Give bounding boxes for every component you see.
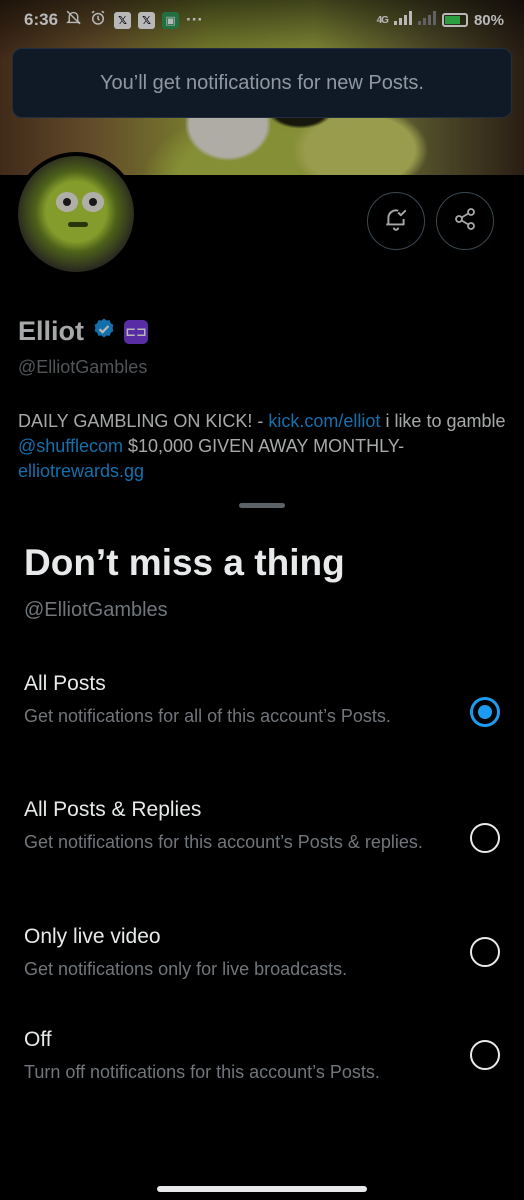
avatar-eye	[82, 192, 104, 212]
battery-icon	[441, 13, 468, 27]
battery-level: 80%	[473, 11, 504, 29]
toast-message: You’ll get notifications for new Posts.	[100, 71, 424, 94]
option-off[interactable]: Off Turn off notifications for this acco…	[0, 1028, 524, 1118]
avatar-eye	[56, 192, 78, 212]
notification-settings-sheet: Don’t miss a thing @ElliotGambles All Po…	[0, 492, 524, 1200]
option-description: Get notifications for all of this accoun…	[24, 706, 391, 726]
option-only-live-video[interactable]: Only live video Get notifications only f…	[0, 925, 524, 1015]
option-description: Turn off notifications for this account’…	[24, 1062, 380, 1082]
radio-selected[interactable]	[470, 697, 500, 727]
bio-link-rewards[interactable]: elliotrewards.gg	[18, 461, 144, 481]
more-notifications-dots: ···	[186, 10, 204, 29]
mute-bell-icon	[65, 9, 82, 31]
status-time: 6:36	[24, 10, 59, 29]
share-button[interactable]	[436, 192, 494, 250]
profile-name-row: Elliot ⊏⊐	[18, 316, 148, 347]
option-title: All Posts	[24, 672, 106, 695]
bio-text: i like to gamble	[380, 411, 506, 431]
radio-unselected[interactable]	[470, 1040, 500, 1070]
option-title: All Posts & Replies	[24, 798, 202, 821]
option-description: Get notifications only for live broadcas…	[24, 959, 348, 979]
option-title: Only live video	[24, 925, 161, 948]
option-title: Off	[24, 1028, 52, 1051]
kick-affiliate-badge-icon[interactable]: ⊏⊐	[124, 319, 148, 344]
bio-text: $10,000 GIVEN AWAY MONTHLY-	[123, 436, 405, 456]
notification-toast: You’ll get notifications for new Posts.	[12, 48, 512, 118]
option-description: Get notifications for this account’s Pos…	[24, 832, 423, 852]
bio-mention-shufflecom[interactable]: @shufflecom	[18, 436, 123, 456]
status-bar: 6:36 𝕏 𝕏 ▣ ··· 4G 80%	[0, 0, 524, 40]
avatar[interactable]	[14, 152, 138, 276]
profile-bio: DAILY GAMBLING ON KICK! - kick.com/ellio…	[18, 409, 510, 484]
option-all-posts-replies[interactable]: All Posts & Replies Get notifications fo…	[0, 798, 524, 888]
option-all-posts[interactable]: All Posts Get notifications for all of t…	[0, 672, 524, 762]
x-app-icon: 𝕏	[114, 11, 132, 29]
bell-check-icon	[383, 206, 409, 237]
profile-name: Elliot	[18, 316, 84, 346]
bio-text: DAILY GAMBLING ON KICK! -	[18, 411, 269, 431]
gallery-app-icon: ▣	[162, 11, 180, 29]
bio-link-kick[interactable]: kick.com/elliot	[268, 411, 380, 431]
notifications-bell-button[interactable]	[367, 192, 425, 250]
verified-badge-icon[interactable]	[92, 317, 116, 346]
sheet-title: Don’t miss a thing	[24, 542, 345, 583]
signal-icon-2	[417, 11, 436, 29]
signal-icon	[393, 11, 412, 29]
x-app-icon-2: 𝕏	[138, 11, 156, 29]
alarm-icon	[89, 9, 107, 32]
radio-unselected[interactable]	[470, 937, 500, 967]
sheet-handle: @ElliotGambles	[24, 599, 168, 621]
sheet-drag-handle[interactable]	[239, 503, 285, 508]
avatar-mouth	[68, 222, 88, 227]
radio-unselected[interactable]	[470, 823, 500, 853]
share-icon	[453, 207, 477, 236]
profile-handle: @ElliotGambles	[18, 357, 148, 377]
home-indicator[interactable]	[157, 1186, 367, 1192]
network-type: 4G	[376, 14, 389, 26]
